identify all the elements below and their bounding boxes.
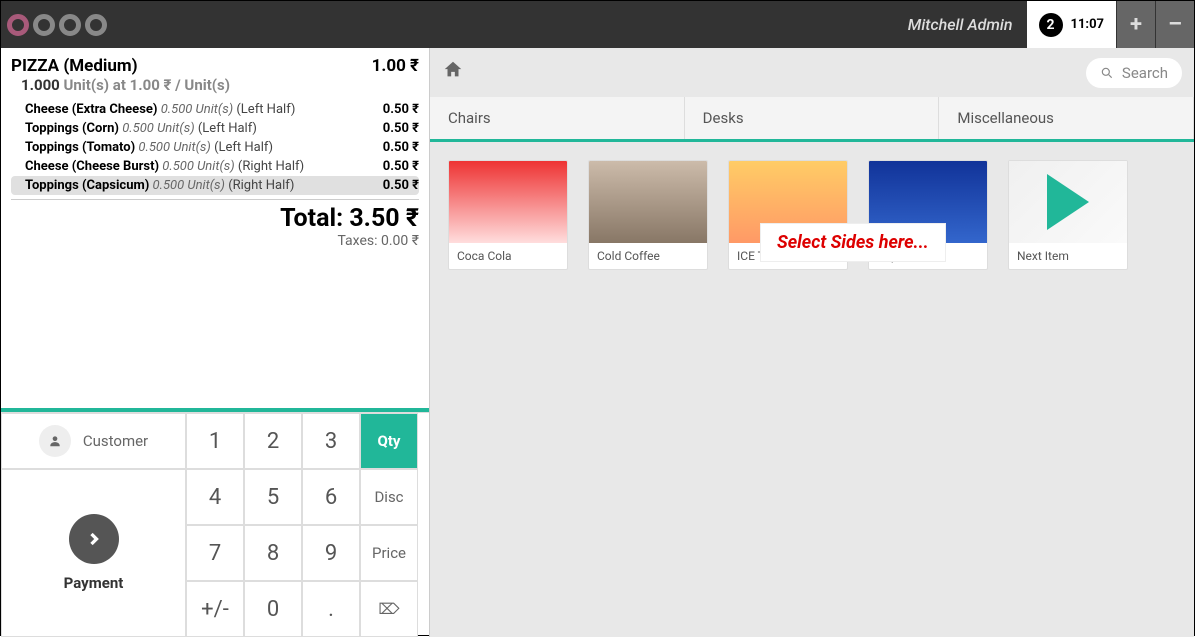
logo-o2 (33, 14, 55, 36)
product-card[interactable]: Cold Coffee (588, 160, 708, 270)
numpad-7[interactable]: 7 (186, 525, 244, 581)
product-image (589, 161, 707, 243)
orderline-qty: 1.000 Unit(s) at 1.00 ₹ / Unit(s) (21, 76, 419, 94)
topbar: Mitchell Admin 2 11:07 + – (1, 1, 1194, 48)
payment-button[interactable]: Payment (1, 469, 186, 637)
product-name: Cold Coffee (589, 243, 707, 269)
user-icon (39, 425, 71, 457)
product-name: Coca Cola (449, 243, 567, 269)
category-tabs: ChairsDesksMiscellaneous (430, 97, 1194, 142)
order-tabs: 2 11:07 + – (1027, 1, 1195, 48)
category-tab[interactable]: Desks (685, 97, 940, 139)
numpad-0[interactable]: 0 (244, 581, 302, 637)
product-grid: Coca ColaCold CoffeeICE TEAPepsiNext Ite… (430, 142, 1194, 288)
product-image (449, 161, 567, 243)
callout-annotation: Select Sides here... (760, 223, 946, 262)
numpad-2[interactable]: 2 (244, 413, 302, 469)
numpad-6[interactable]: 6 (302, 469, 360, 525)
numpad-dot[interactable]: . (302, 581, 360, 637)
numpad-1[interactable]: 1 (186, 413, 244, 469)
backspace-button[interactable]: ⌦ (360, 581, 418, 637)
product-panel: Search ChairsDesksMiscellaneous Coca Col… (430, 48, 1194, 637)
product-image (1009, 161, 1127, 243)
order-total: Total: 3.50 ₹ (11, 204, 419, 233)
logo-o3 (59, 14, 81, 36)
home-icon[interactable] (442, 59, 464, 86)
order-panel: PIZZA (Medium) 1.00 ₹ 1.000 Unit(s) at 1… (1, 48, 430, 637)
product-card[interactable]: Coca Cola (448, 160, 568, 270)
mode-qty-button[interactable]: Qty (360, 413, 418, 469)
orderline-mod[interactable]: Cheese (Cheese Burst) 0.500 Unit(s) (Rig… (11, 157, 419, 176)
numpad-8[interactable]: 8 (244, 525, 302, 581)
product-card[interactable]: Next Item (1008, 160, 1128, 270)
category-tab[interactable]: Chairs (430, 97, 685, 139)
numpad-5[interactable]: 5 (244, 469, 302, 525)
search-input[interactable]: Search (1086, 58, 1182, 88)
orderline-price: 1.00 ₹ (372, 56, 419, 76)
customer-button[interactable]: Customer (1, 413, 186, 469)
order-taxes: Taxes: 0.00 ₹ (11, 233, 419, 249)
remove-order-button[interactable]: – (1156, 1, 1194, 48)
orderline-mod[interactable]: Cheese (Extra Cheese) 0.500 Unit(s) (Lef… (11, 100, 419, 119)
logo (7, 14, 107, 36)
orderline-mod[interactable]: Toppings (Corn) 0.500 Unit(s) (Left Half… (11, 119, 419, 138)
chevron-right-icon (69, 514, 119, 564)
numpad-4[interactable]: 4 (186, 469, 244, 525)
numpad: Customer 1 2 3 Qty Payment 4 5 6 Disc 7 … (1, 412, 429, 637)
numpad-plusminus[interactable]: +/- (186, 581, 244, 637)
numpad-9[interactable]: 9 (302, 525, 360, 581)
product-name: Next Item (1009, 243, 1127, 269)
orderline-mod[interactable]: Toppings (Capsicum) 0.500 Unit(s) (Right… (11, 176, 419, 195)
mode-price-button[interactable]: Price (360, 525, 418, 581)
username[interactable]: Mitchell Admin (908, 15, 1027, 34)
search-icon (1100, 66, 1114, 80)
add-order-button[interactable]: + (1117, 1, 1155, 48)
category-tab[interactable]: Miscellaneous (939, 97, 1194, 139)
mode-disc-button[interactable]: Disc (360, 469, 418, 525)
order-time: 11:07 (1071, 17, 1105, 32)
logo-o1 (7, 14, 29, 36)
play-icon (1047, 174, 1089, 230)
numpad-3[interactable]: 3 (302, 413, 360, 469)
order-count-badge: 2 (1039, 13, 1063, 37)
orderline-title: PIZZA (Medium) (11, 56, 138, 76)
logo-o4 (85, 14, 107, 36)
order-tab-active[interactable]: 2 11:07 (1027, 1, 1117, 48)
orderline-mod[interactable]: Toppings (Tomato) 0.500 Unit(s) (Left Ha… (11, 138, 419, 157)
